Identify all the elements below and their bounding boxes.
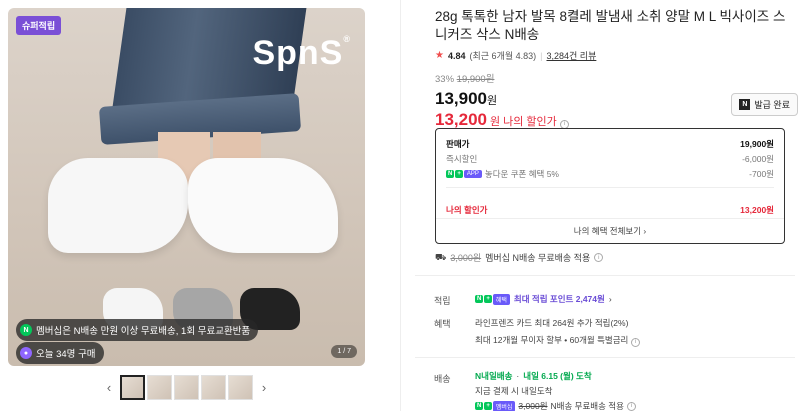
purchase-icon: ● bbox=[20, 347, 32, 359]
my-price-value: 13,200 bbox=[435, 110, 487, 129]
discount-rate: 33% bbox=[435, 74, 455, 85]
section-divider bbox=[415, 357, 795, 358]
thumbnail-strip: ‹ › bbox=[100, 375, 273, 400]
benefit-row[interactable]: 라인프렌즈 카드 최대 264원 추가 적립(2%) 최대 12개월 무이자 할… bbox=[475, 317, 640, 347]
divider: | bbox=[540, 50, 543, 61]
original-price: 19,900원 bbox=[456, 74, 495, 85]
coupon-label: 발급 완료 bbox=[754, 100, 790, 110]
price-row-label: 즉시할인 bbox=[446, 153, 478, 164]
benefit-label: 혜택 bbox=[434, 319, 451, 329]
price-row-mine: 나의 할인가 13,200원 bbox=[446, 202, 774, 217]
chevron-right-icon[interactable]: › bbox=[255, 380, 273, 395]
naver-n-icon: N bbox=[20, 324, 32, 336]
section-divider bbox=[415, 275, 795, 276]
chevron-right-icon: › bbox=[608, 294, 612, 304]
delivery-row: N내일배송 · 내일 6.15 (월) 도착 지금 결제 시 내일도착 N + 멤버… bbox=[475, 370, 636, 411]
points-label: 적립 bbox=[434, 296, 451, 306]
thumbnail[interactable] bbox=[174, 375, 199, 400]
chevron-left-icon[interactable]: ‹ bbox=[100, 380, 118, 395]
thumbnail[interactable] bbox=[147, 375, 172, 400]
delivery-free-text: N배송 무료배송 적용 bbox=[550, 401, 624, 411]
delivery-date: 내일 6.15 (월) 도착 bbox=[523, 371, 592, 381]
info-icon[interactable]: i bbox=[594, 253, 604, 262]
brand-logo: SpnS® bbox=[252, 34, 351, 72]
price-row-label: 나의 할인가 bbox=[446, 204, 488, 215]
benefit-line: 최대 12개월 무이자 할부 • 60개월 특별금리 i bbox=[475, 334, 640, 347]
app-coupon-text: 놓다운 쿠폰 혜택 5% bbox=[484, 168, 559, 179]
membership-pill-text: 멤버십은 N배송 만원 이상 무료배송, 1회 무료교환반품 bbox=[36, 326, 251, 337]
super-points-badge: 슈퍼적립 bbox=[16, 16, 62, 35]
coupon-issued-button[interactable]: N 발급 완료 bbox=[731, 93, 798, 116]
rating-row: ★ 4.84 (최근 6개월 4.83) | 3,284건 리뷰 bbox=[435, 49, 790, 62]
shipping-original-fee: 3,000원 bbox=[450, 253, 482, 263]
image-page-indicator: 1 / 7 bbox=[331, 345, 357, 358]
info-icon[interactable]: i bbox=[626, 401, 636, 411]
thumbnail[interactable] bbox=[228, 375, 253, 400]
my-price-label: 나의 할인가 bbox=[503, 116, 557, 128]
view-all-benefits-label: 나의 혜택 전체보기 bbox=[573, 226, 642, 236]
points-row[interactable]: N + 혜택 최대 적립 포인트 2,474원 › bbox=[475, 293, 612, 305]
thumbnail[interactable] bbox=[201, 375, 226, 400]
currency-unit: 원 bbox=[490, 116, 501, 128]
membership-pill: N 멤버십은 N배송 만원 이상 무료배송, 1회 무료교환반품 bbox=[16, 319, 259, 341]
review-count-link[interactable]: 3,284건 리뷰 bbox=[546, 49, 596, 62]
thumbnail[interactable] bbox=[120, 375, 145, 400]
today-purchase-text: 오늘 34명 구매 bbox=[36, 349, 96, 360]
delivery-brand: N내일배송 bbox=[475, 371, 513, 381]
shipping-note: ⛟ 3,000원 멤버십 N배송 무료배송 적용 i bbox=[435, 251, 604, 264]
info-icon[interactable]: i bbox=[630, 337, 640, 347]
product-image-gallery[interactable]: 슈퍼적립 SpnS® N 멤버십은 N배송 만원 이상 무료배송, 1회 무료교… bbox=[8, 8, 365, 366]
shipping-note-text: 멤버십 N배송 무료배송 적용 bbox=[485, 253, 591, 263]
n-plus-tag: N + 혜택 bbox=[475, 293, 510, 305]
sock-graphic bbox=[48, 158, 188, 253]
naver-n-icon: N bbox=[739, 99, 751, 110]
truck-icon: ⛟ bbox=[435, 251, 447, 262]
divider bbox=[446, 187, 774, 188]
price-row-value: 19,900원 bbox=[740, 138, 774, 149]
n-plus-app-tag: N + APP bbox=[446, 169, 482, 178]
app-coupon-label: N + APP 놓다운 쿠폰 혜택 5% bbox=[446, 168, 559, 180]
product-title: 28g 톡톡한 남자 발목 8켤레 발냄새 소취 양말 M L 빅사이즈 스니커… bbox=[435, 9, 786, 42]
price-row-value: -700원 bbox=[749, 168, 774, 179]
price-row-sale: 판매가 19,900원 bbox=[446, 136, 774, 151]
delivery-fee-row: N + 멤버십 3,000원 N배송 무료배송 적용 i bbox=[475, 400, 636, 411]
sale-price-value: 13,900 bbox=[435, 89, 487, 108]
price-row-label: 판매가 bbox=[446, 138, 470, 149]
points-text: 최대 적립 포인트 2,474원 bbox=[513, 294, 605, 304]
bullet: · bbox=[516, 371, 520, 381]
price-row-app: N + APP 놓다운 쿠폰 혜택 5% -700원 bbox=[446, 166, 774, 181]
price-breakdown-box: 판매가 19,900원 즉시할인 -6,000원 N + APP 놓다운 쿠폰 혜택… bbox=[435, 128, 785, 244]
currency-unit: 원 bbox=[487, 95, 498, 107]
benefit-line: 라인프렌즈 카드 최대 264원 추가 적립(2%) bbox=[475, 318, 629, 328]
view-all-benefits-button[interactable]: 나의 혜택 전체보기 › bbox=[436, 218, 784, 243]
price-row-instant: 즉시할인 -6,000원 bbox=[446, 151, 774, 166]
column-divider bbox=[400, 0, 401, 411]
delivery-date-row: N내일배송 · 내일 6.15 (월) 도착 bbox=[475, 370, 636, 382]
sock-graphic bbox=[188, 158, 338, 253]
rating-recent: (최근 6개월 4.83) bbox=[469, 51, 537, 61]
delivery-label: 배송 bbox=[434, 374, 451, 384]
delivery-sub: 지금 결제 시 내일도착 bbox=[475, 386, 553, 396]
delivery-original-fee: 3,000원 bbox=[518, 401, 548, 411]
price-row-value: -6,000원 bbox=[742, 153, 774, 164]
today-purchase-pill: ● 오늘 34명 구매 bbox=[16, 342, 104, 364]
n-plus-membership-tag: N + 멤버십 bbox=[475, 400, 516, 411]
rating-value: 4.84 bbox=[447, 50, 466, 61]
price-row-value: 13,200원 bbox=[740, 204, 774, 215]
star-icon: ★ bbox=[435, 50, 444, 61]
discount-row: 33% 19,900원 bbox=[435, 71, 790, 85]
